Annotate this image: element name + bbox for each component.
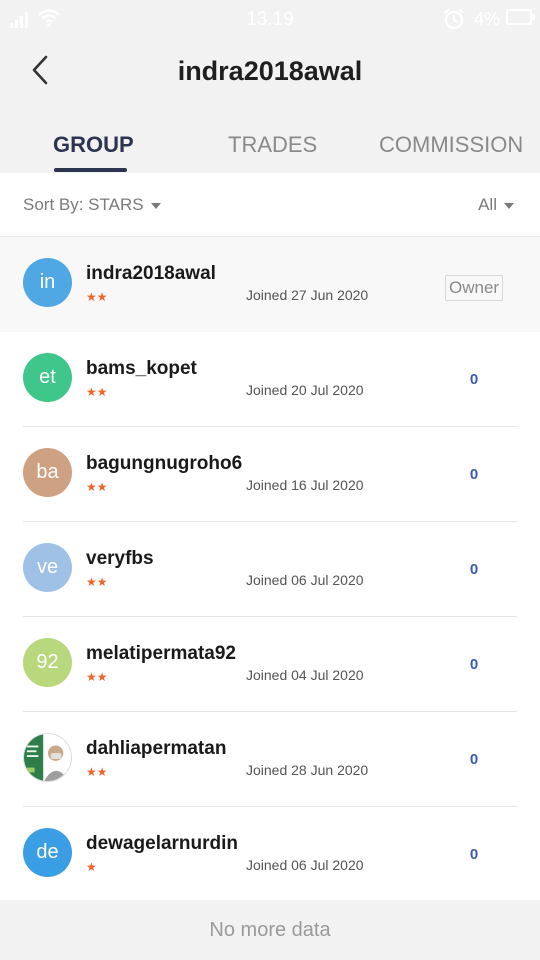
commission-value: 0 [469, 371, 479, 388]
star-rating: ★★ [86, 575, 108, 589]
star-rating: ★★ [86, 765, 108, 779]
commission-value: 0 [469, 846, 479, 863]
member-name: dahliapermatan [86, 738, 227, 759]
commission-value: 0 [469, 656, 479, 673]
list-item[interactable]: ba bagungnugroho6 ★★ Joined 16 Jul 2020 … [0, 427, 540, 522]
sort-dropdown[interactable]: Sort By: STARS [23, 195, 161, 215]
avatar: ve [23, 543, 72, 592]
header: indra2018awal GROUP TRADES COMMISSION [0, 38, 540, 173]
avatar: in [23, 258, 72, 307]
star-rating: ★★ [86, 385, 108, 399]
filter-dropdown[interactable]: All [478, 195, 514, 215]
avatar: et [23, 353, 72, 402]
member-name: melatipermata92 [86, 643, 236, 664]
joined-date: Joined 04 Jul 2020 [246, 667, 364, 683]
member-name: dewagelarnurdin [86, 833, 239, 854]
member-name: veryfbs [86, 548, 154, 569]
battery-icon [506, 9, 535, 25]
alarm-icon [444, 8, 464, 30]
avatar: 92 [23, 638, 72, 687]
list-item[interactable]: de dewagelarnurdin ★ Joined 06 Jul 2020 … [0, 807, 540, 902]
list-item[interactable]: 92 melatipermata92 ★★ Joined 04 Jul 2020… [0, 617, 540, 712]
joined-date: Joined 16 Jul 2020 [246, 477, 364, 493]
tab-group[interactable]: GROUP [53, 132, 134, 158]
caret-down-icon [150, 202, 161, 209]
filter-label: All [478, 195, 497, 214]
avatar: de [23, 828, 72, 877]
star-rating: ★★ [86, 290, 108, 304]
commission-value: 0 [469, 466, 479, 483]
avatar: ba [23, 448, 72, 497]
star-rating: ★★ [86, 670, 108, 684]
member-name: indra2018awal [86, 263, 216, 284]
tab-trades[interactable]: TRADES [228, 132, 317, 158]
list-item[interactable]: dahliapermatan ★★ Joined 28 Jun 2020 0 [0, 712, 540, 807]
commission-value: 0 [469, 561, 479, 578]
member-name: bams_kopet [86, 358, 197, 379]
joined-date: Joined 06 Jul 2020 [246, 572, 364, 588]
battery-percent: 4% [474, 9, 501, 29]
avatar-photo [23, 733, 72, 782]
tab-commission[interactable]: COMMISSION [379, 132, 523, 158]
list-item[interactable]: ve veryfbs ★★ Joined 06 Jul 2020 0 [0, 522, 540, 617]
caret-down-icon [504, 202, 514, 209]
sort-label: Sort By: STARS [23, 195, 144, 214]
joined-date: Joined 27 Jun 2020 [246, 287, 369, 303]
list-item[interactable]: et bams_kopet ★★ Joined 20 Jul 2020 0 [0, 332, 540, 427]
list-item[interactable]: in indra2018awal ★★ Joined 27 Jun 2020 O… [0, 237, 540, 332]
star-rating: ★★ [86, 480, 108, 494]
member-list: in indra2018awal ★★ Joined 27 Jun 2020 O… [0, 237, 540, 902]
joined-date: Joined 20 Jul 2020 [246, 382, 364, 398]
commission-value: 0 [469, 751, 479, 768]
member-name: bagungnugroho6 [86, 453, 243, 474]
joined-date: Joined 06 Jul 2020 [246, 857, 364, 873]
owner-badge: Owner [445, 275, 504, 301]
star-rating: ★ [86, 860, 97, 874]
page-title: indra2018awal [177, 56, 363, 86]
sort-bar: Sort By: STARS All [0, 173, 540, 237]
joined-date: Joined 28 Jun 2020 [246, 762, 369, 778]
tab-bar: GROUP TRADES COMMISSION [0, 118, 540, 173]
active-tab-indicator [54, 168, 127, 172]
no-more-data-footer: No more data [0, 900, 540, 960]
status-bar: 13.19 4% [0, 0, 540, 38]
